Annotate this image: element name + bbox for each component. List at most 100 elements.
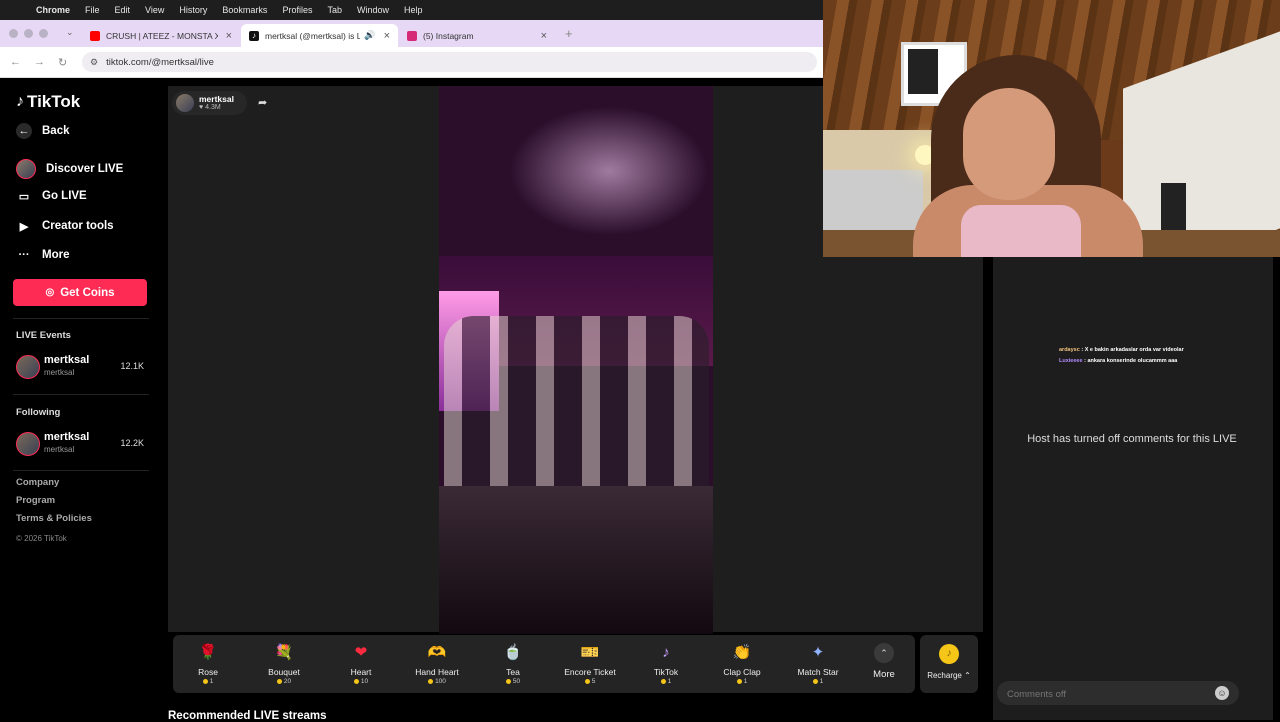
menu-tab[interactable]: Tab (327, 5, 342, 15)
browser-tab-youtube[interactable]: CRUSH | ATEEZ - MONSTA X × (82, 24, 240, 47)
footer-link-terms[interactable]: Terms & Policies (16, 513, 92, 524)
divider (13, 394, 149, 395)
footer-link-program[interactable]: Program (16, 495, 55, 506)
gift-price: 20 (249, 678, 319, 685)
recharge-button[interactable]: ♪ Recharge ⌃ (920, 635, 978, 693)
tab-search-icon[interactable]: ⌄ (66, 27, 74, 38)
back-arrow-icon: ← (16, 123, 32, 139)
window-close-button[interactable] (9, 29, 18, 38)
back-label: Back (42, 125, 70, 137)
reload-icon[interactable]: ↻ (58, 56, 67, 69)
live-event-item[interactable]: mertksal mertksal 12.1K (16, 354, 150, 380)
menu-history[interactable]: History (179, 5, 207, 15)
tiktok-icon: ♪ (249, 30, 259, 41)
viewer-count: 12.1K (120, 361, 144, 371)
gift-heart[interactable]: ❤ Heart 10 (326, 635, 396, 693)
new-tab-button[interactable]: + (565, 26, 573, 41)
gift-price: 1 (631, 678, 701, 685)
person-face (963, 88, 1055, 200)
chat-username[interactable]: ardaysc (1059, 347, 1080, 353)
instagram-icon (407, 30, 417, 41)
menu-window[interactable]: Window (357, 5, 389, 15)
url-text: tiktok.com/@mertksal/live (106, 56, 214, 68)
gift-name: Hand Heart (415, 667, 459, 677)
webcam-overlay (823, 0, 1280, 257)
window-zoom-button[interactable] (39, 29, 48, 38)
divider (13, 318, 149, 319)
speaker-icon[interactable]: 🔊 (364, 30, 375, 41)
menu-file[interactable]: File (85, 5, 100, 15)
following-item[interactable]: mertksal mertksal 12.2K (16, 431, 150, 457)
nav-discover-live[interactable]: Discover LIVE (16, 159, 123, 179)
nav-label: Creator tools (42, 220, 114, 232)
gift-price: 5 (555, 678, 625, 685)
comment-input[interactable] (1005, 685, 1209, 703)
gift-tiktok[interactable]: ♪ TikTok 1 (631, 635, 701, 693)
live-events-heading: LIVE Events (16, 330, 71, 341)
tab-title: CRUSH | ATEEZ - MONSTA X (106, 30, 218, 41)
recharge-label: Recharge ⌃ (927, 671, 971, 680)
menu-view[interactable]: View (145, 5, 164, 15)
address-bar[interactable]: ⚙ tiktok.com/@mertksal/live (82, 52, 817, 72)
footer-link-company[interactable]: Company (16, 477, 59, 488)
coin-icon: ♪ (939, 644, 959, 664)
get-coins-button[interactable]: ◎ Get Coins (13, 279, 147, 306)
browser-tab-tiktok[interactable]: ♪ mertksal (@mertksal) is LIVE 🔊 × (241, 24, 398, 47)
gift-price: 1 (707, 678, 777, 685)
nav-label: Discover LIVE (46, 163, 124, 175)
forward-arrow-icon[interactable]: → (34, 56, 45, 68)
back-button[interactable]: ← Back (16, 123, 70, 139)
gift-name: Heart (350, 667, 372, 677)
live-video[interactable] (439, 86, 713, 634)
chevron-up-icon: ⌃ (874, 643, 894, 663)
host-name: mertksal (199, 94, 234, 104)
clap-icon: 👏 (732, 644, 752, 661)
close-icon[interactable]: × (226, 30, 232, 42)
emoji-icon[interactable]: ☺ (1215, 686, 1229, 700)
menu-bookmarks[interactable]: Bookmarks (222, 5, 267, 15)
account-handle: mertksal (44, 368, 75, 377)
logo-text: TikTok (27, 92, 81, 111)
gift-name: Match Star (797, 667, 839, 677)
following-heading: Following (16, 407, 61, 418)
window-minimize-button[interactable] (24, 29, 33, 38)
nav-go-live[interactable]: ▭ Go LIVE (16, 188, 87, 204)
close-icon[interactable]: × (541, 30, 547, 42)
tiktok-logo[interactable]: ♪ TikTok (16, 92, 80, 112)
gift-name: Tea (506, 667, 520, 677)
avatar (176, 94, 194, 112)
gift-hand-heart[interactable]: 🫶 Hand Heart 100 (402, 635, 472, 693)
gift-name: Encore Ticket (564, 667, 616, 677)
browser-tab-instagram[interactable]: (5) Instagram × (399, 24, 555, 47)
gift-price: 50 (478, 678, 548, 685)
host-info-chip[interactable]: mertksal ♥ 4.3M (172, 91, 247, 115)
tab-title: (5) Instagram (423, 30, 474, 41)
close-icon[interactable]: × (384, 30, 390, 42)
gift-name: Clap Clap (723, 667, 761, 677)
more-dots-icon: ··· (18, 249, 30, 261)
gift-bouquet[interactable]: 💐 Bouquet 20 (249, 635, 319, 693)
gift-rose[interactable]: 🌹 Rose 1 (173, 635, 243, 693)
menu-edit[interactable]: Edit (115, 5, 131, 15)
copyright: © 2026 TikTok (16, 534, 67, 543)
menu-help[interactable]: Help (404, 5, 423, 15)
ticket-icon: 🎫 (580, 644, 600, 661)
menu-chrome[interactable]: Chrome (36, 5, 70, 15)
gift-match-star[interactable]: ✦ Match Star 1 (783, 635, 853, 693)
nav-creator-tools[interactable]: ▶ Creator tools (16, 218, 114, 234)
gift-encore-ticket[interactable]: 🎫 Encore Ticket 5 (555, 635, 625, 693)
site-settings-icon[interactable]: ⚙ (90, 57, 98, 68)
more-gifts-button[interactable]: ⌃ More (872, 643, 896, 680)
gift-tea[interactable]: 🍵 Tea 50 (478, 635, 548, 693)
menu-profiles[interactable]: Profiles (282, 5, 312, 15)
nav-more[interactable]: ··· More (16, 247, 70, 263)
youtube-icon (90, 30, 100, 41)
gift-bar: 🌹 Rose 1 💐 Bouquet 20 ❤ Heart 10 🫶 Hand Heart 10… (173, 635, 915, 693)
gift-price: 100 (402, 678, 472, 685)
gift-clap-clap[interactable]: 👏 Clap Clap 1 (707, 635, 777, 693)
bouquet-icon: 💐 (274, 644, 294, 661)
back-arrow-icon[interactable]: ← (10, 56, 21, 68)
chat-username[interactable]: Luxieeee (1059, 358, 1083, 364)
tiktok-icon: ♪ (662, 644, 670, 661)
share-icon[interactable]: ➦ (258, 96, 267, 109)
